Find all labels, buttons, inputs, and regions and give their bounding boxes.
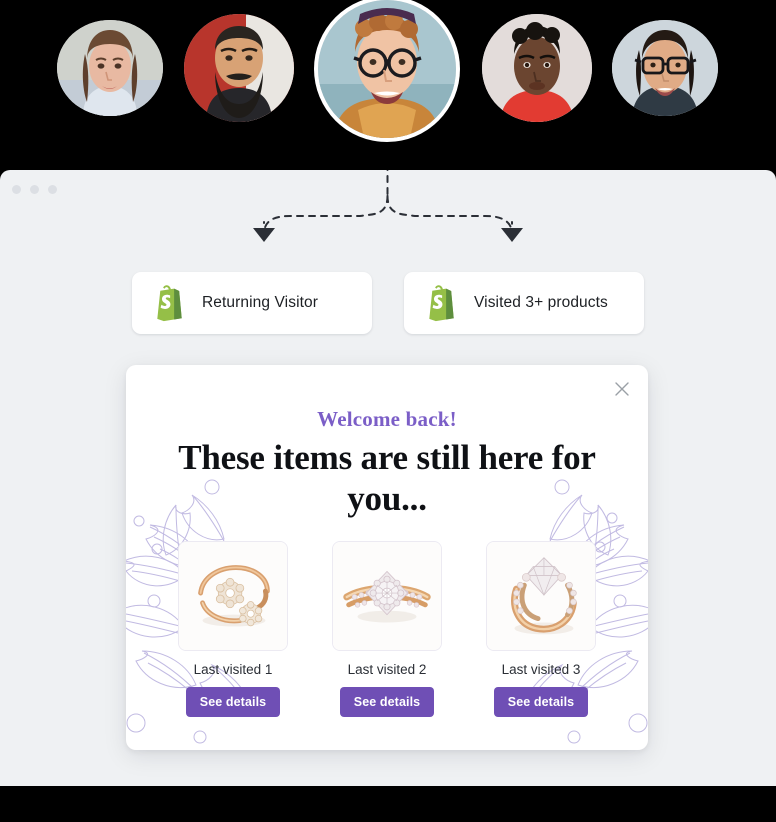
avatar-visitor-2[interactable]: [184, 14, 294, 122]
arrow-head-left: [253, 228, 275, 242]
avatar-visitor-2-image: [184, 14, 294, 122]
window-minimize-dot[interactable]: [30, 185, 39, 194]
window-controls[interactable]: [12, 185, 57, 194]
popup-eyebrow: Welcome back!: [317, 407, 457, 431]
condition-chip-returning-visitor[interactable]: Returning Visitor: [132, 272, 372, 334]
visitor-avatar-row: [0, 0, 776, 170]
condition-chip-label: Returning Visitor: [202, 294, 318, 311]
window-close-dot[interactable]: [12, 185, 21, 194]
condition-chip-label: Visited 3+ products: [474, 294, 608, 311]
browser-window: Returning Visitor Visited 3+ products We…: [0, 170, 776, 786]
product-image-2[interactable]: [332, 541, 442, 651]
product-name: Last visited 2: [347, 662, 427, 677]
product-name: Last visited 1: [193, 662, 273, 677]
product-card-1[interactable]: Last visited 1 See details: [178, 541, 288, 717]
see-details-button-2[interactable]: See details: [339, 687, 435, 717]
avatar-visitor-4-image: [482, 14, 592, 122]
condition-chip-visited-products[interactable]: Visited 3+ products: [404, 272, 644, 334]
close-icon[interactable]: [612, 379, 632, 399]
avatar-visitor-5-image: [612, 20, 718, 116]
see-details-button-3[interactable]: See details: [493, 687, 589, 717]
window-maximize-dot[interactable]: [48, 185, 57, 194]
solitaire-diamond-ring-icon: [487, 542, 595, 650]
shopify-icon: [157, 285, 182, 322]
condition-chip-row: Returning Visitor Visited 3+ products: [0, 272, 776, 334]
avatar-visitor-5[interactable]: [612, 20, 718, 116]
campaign-popup: Welcome back! These items are still here…: [126, 365, 648, 750]
avatar-visitor-1[interactable]: [57, 20, 163, 116]
product-name: Last visited 3: [501, 662, 581, 677]
gold-bypass-ring-icon: [179, 542, 287, 650]
product-image-3[interactable]: [486, 541, 596, 651]
halo-diamond-ring-icon: [333, 542, 441, 650]
avatar-visitor-1-image: [57, 20, 163, 116]
shopify-icon: [429, 285, 454, 322]
product-card-3[interactable]: Last visited 3 See details: [486, 541, 596, 717]
product-card-2[interactable]: Last visited 2 See details: [332, 541, 442, 717]
avatar-visitor-3[interactable]: [318, 0, 456, 138]
product-list: Last visited 1 See details Last visited …: [126, 541, 648, 717]
avatar-visitor-3-image: [318, 0, 456, 138]
popup-headline: These items are still here for you...: [178, 438, 596, 518]
arrow-head-right: [501, 228, 523, 242]
product-image-1[interactable]: [178, 541, 288, 651]
see-details-button-1[interactable]: See details: [185, 687, 281, 717]
avatar-visitor-4[interactable]: [482, 14, 592, 122]
